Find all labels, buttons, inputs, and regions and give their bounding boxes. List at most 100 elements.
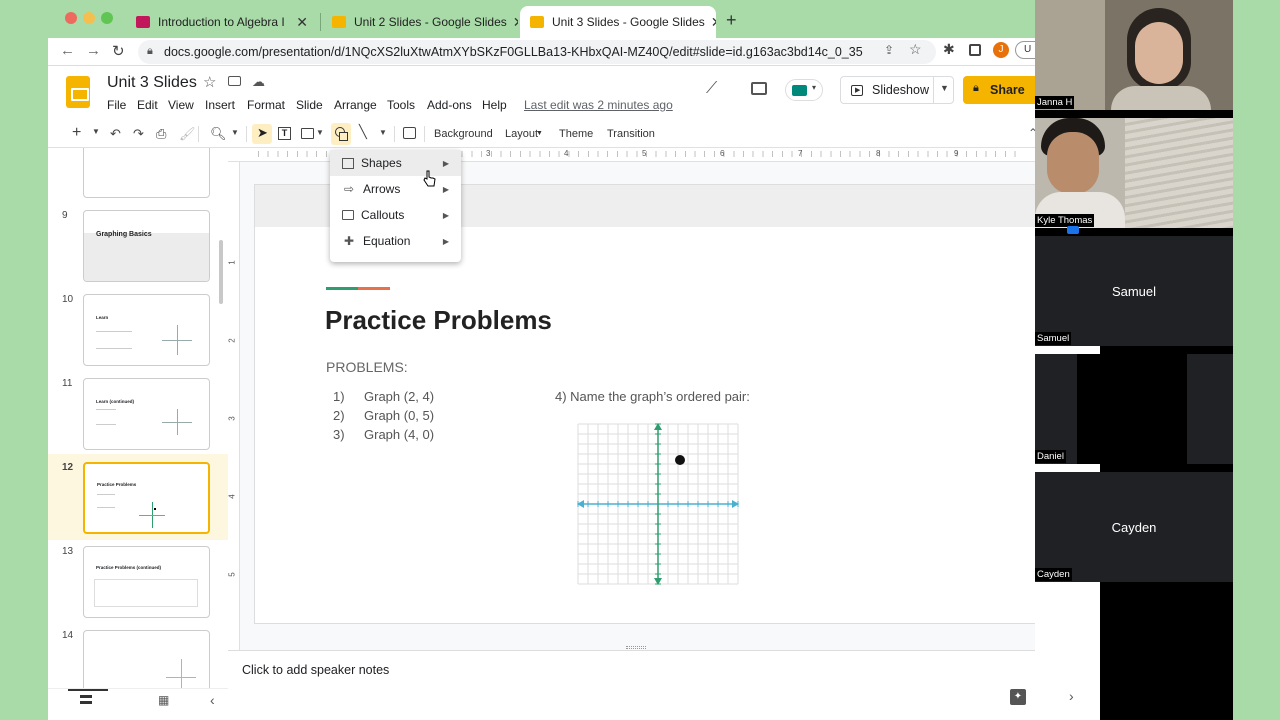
slideshow-button[interactable]: ▶ Slideshow ▼	[840, 76, 954, 104]
browser-tab-active[interactable]: Unit 3 Slides - Google Slides ✕	[520, 6, 716, 38]
last-edit-link[interactable]: Last edit was 2 minutes ago	[524, 98, 673, 112]
theme-button[interactable]: Theme	[559, 128, 593, 140]
print-icon[interactable]: ⎙	[156, 126, 166, 142]
undo-icon[interactable]: ↶	[110, 126, 121, 142]
star-icon[interactable]: ☆	[203, 73, 216, 91]
slide-title[interactable]: Practice Problems	[325, 305, 552, 336]
slideshow-dropdown-icon[interactable]: ▼	[940, 83, 949, 93]
collapse-toolbar-icon[interactable]: ⌃	[1028, 126, 1035, 140]
menu-file[interactable]: File	[107, 98, 126, 112]
participant-tile[interactable]: Janna H	[1035, 0, 1233, 110]
menu-edit[interactable]: Edit	[137, 98, 158, 112]
minimize-window-button[interactable]	[83, 12, 95, 24]
slide-thumbnail[interactable]: Learn (continued)	[83, 378, 210, 450]
menu-item-arrows[interactable]: ⇨ Arrows ▶	[330, 176, 461, 202]
menu-format[interactable]: Format	[247, 98, 285, 112]
share-page-icon[interactable]: ⇪	[884, 43, 894, 57]
menu-item-equation[interactable]: ✚ Equation ▶	[330, 228, 461, 254]
document-title[interactable]: Unit 3 Slides	[107, 74, 197, 92]
add-comment-icon[interactable]	[403, 127, 416, 139]
collapse-filmstrip-icon[interactable]: ‹	[210, 692, 215, 708]
back-arrow-icon[interactable]: ←	[60, 42, 75, 59]
zoom-icon[interactable]: 🔍︎	[210, 126, 227, 142]
browser-tab[interactable]: Introduction to Algebra I ✕	[126, 6, 318, 38]
bookmark-star-icon[interactable]: ☆	[909, 41, 922, 58]
submenu-arrow-icon: ▶	[442, 210, 449, 220]
url-input[interactable]: 🔒︎ docs.google.com/presentation/d/1NQcXS…	[138, 40, 936, 64]
coordinate-grid[interactable]	[577, 423, 739, 585]
ruler-label: 7	[798, 149, 803, 158]
new-tab-button[interactable]: +	[726, 10, 737, 31]
activity-dashboard-icon[interactable]: ⟋	[706, 80, 717, 98]
participant-tile[interactable]: Cayden Cayden	[1035, 472, 1233, 582]
layout-dropdown-icon[interactable]: ▼	[536, 130, 543, 137]
slide-thumbnail[interactable]: Graphing Basics	[83, 210, 210, 282]
image-dropdown-icon[interactable]: ▼	[316, 128, 324, 137]
participant-tile[interactable]: Kyle Thomas	[1035, 118, 1233, 234]
menu-arrange[interactable]: Arrange	[334, 98, 377, 112]
zoom-dropdown-icon[interactable]: ▼	[231, 128, 239, 137]
browser-tab[interactable]: Unit 2 Slides - Google Slides ✕	[322, 6, 518, 38]
menu-tools[interactable]: Tools	[387, 98, 415, 112]
problem-text[interactable]: Graph (4, 0)	[364, 427, 434, 442]
close-tab-icon[interactable]: ✕	[507, 14, 518, 31]
explore-icon[interactable]: ✦	[1010, 689, 1026, 705]
slide-subtitle[interactable]: PROBLEMS:	[326, 359, 408, 375]
side-panel-icon[interactable]	[969, 44, 981, 56]
line-dropdown-icon[interactable]: ▼	[379, 128, 387, 137]
maximize-window-button[interactable]	[101, 12, 113, 24]
share-button[interactable]: 🔒︎ Share	[963, 76, 1035, 104]
slide-thumbnail[interactable]	[83, 148, 210, 198]
expand-panel-icon[interactable]: ›	[1069, 688, 1074, 704]
slide-thumbnail-selected[interactable]: Practice Problems	[83, 462, 210, 534]
paint-format-icon[interactable]: 🖌︎	[179, 126, 196, 142]
slide-thumbnail[interactable]	[83, 630, 210, 688]
reload-icon[interactable]: ↻	[112, 42, 125, 60]
move-folder-icon[interactable]	[228, 76, 241, 86]
slides-favicon-icon	[332, 16, 346, 28]
verified-badge-icon	[1067, 226, 1079, 234]
filmstrip-scrollbar[interactable]	[219, 240, 223, 304]
filmstrip-view-icon[interactable]	[80, 695, 92, 704]
shape-tool-button[interactable]	[331, 123, 351, 145]
menu-item-callouts[interactable]: Callouts ▶	[330, 202, 461, 228]
image-icon[interactable]	[301, 128, 314, 139]
problem-text[interactable]: Graph (2, 4)	[364, 389, 434, 404]
grid-view-icon[interactable]: ▦	[158, 693, 169, 707]
participant-tile[interactable]: Samuel Samuel	[1035, 236, 1233, 346]
menu-slide[interactable]: Slide	[296, 98, 323, 112]
profile-chip[interactable]: U	[1015, 41, 1035, 59]
menu-addons[interactable]: Add-ons	[427, 98, 472, 112]
transition-button[interactable]: Transition	[607, 128, 655, 140]
close-tab-icon[interactable]: ✕	[705, 14, 716, 31]
notes-resize-handle[interactable]	[626, 646, 646, 649]
profile-avatar[interactable]: J	[993, 42, 1009, 58]
question-4[interactable]: 4) Name the graph’s ordered pair:	[555, 389, 750, 404]
menu-help[interactable]: Help	[482, 98, 507, 112]
new-slide-plus-icon[interactable]: +	[72, 124, 81, 142]
layout-button[interactable]: Layout	[505, 128, 538, 140]
comments-icon[interactable]	[751, 82, 767, 95]
meet-button[interactable]: ▾	[785, 79, 823, 101]
background-button[interactable]: Background	[434, 128, 493, 140]
menu-view[interactable]: View	[168, 98, 194, 112]
text-box-icon[interactable]: T	[278, 127, 291, 140]
slide-number: 10	[62, 294, 74, 305]
close-tab-icon[interactable]: ✕	[290, 14, 308, 31]
ruler-label: 4	[227, 494, 237, 499]
forward-arrow-icon[interactable]: →	[86, 42, 101, 59]
tab-title: Unit 3 Slides - Google Slides	[552, 15, 705, 29]
menu-item-shapes[interactable]: Shapes ▶	[330, 150, 461, 176]
problem-text[interactable]: Graph (0, 5)	[364, 408, 434, 423]
line-tool-icon[interactable]: ╲	[359, 124, 367, 140]
redo-icon[interactable]: ↷	[133, 126, 144, 142]
menu-insert[interactable]: Insert	[205, 98, 235, 112]
speaker-notes[interactable]: Click to add speaker notes ✦	[228, 650, 1035, 720]
slide-thumbnail[interactable]: Practice Problems (continued)	[83, 546, 210, 618]
slides-logo-icon[interactable]	[66, 76, 90, 108]
close-window-button[interactable]	[65, 12, 77, 24]
slide-thumbnail[interactable]: Learn	[83, 294, 210, 366]
new-slide-dropdown-icon[interactable]: ▼	[92, 127, 100, 136]
extensions-puzzle-icon[interactable]: ✱	[943, 41, 955, 58]
participant-tile[interactable]: Daniel	[1035, 354, 1233, 464]
